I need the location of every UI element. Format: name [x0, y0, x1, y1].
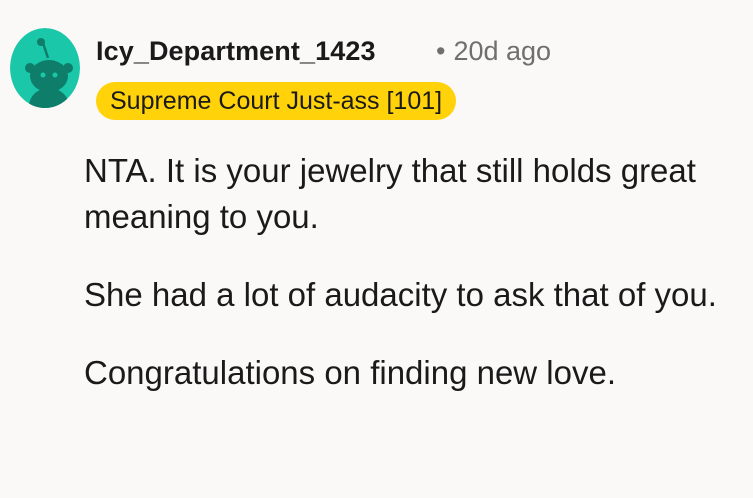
- username[interactable]: Icy_Department_1423: [96, 36, 376, 67]
- timestamp[interactable]: 20d ago: [453, 36, 551, 66]
- avatar[interactable]: [10, 28, 80, 108]
- user-flair: Supreme Court Just-ass [101]: [96, 82, 457, 120]
- comment-meta: • 20d ago: [436, 36, 551, 67]
- snoo-avatar-icon: [10, 28, 80, 108]
- comment-paragraph: NTA. It is your jewelry that still holds…: [84, 152, 696, 235]
- comment-paragraph: She had a lot of audacity to ask that of…: [84, 276, 717, 313]
- comment-body: NTA. It is your jewelry that still holds…: [84, 148, 734, 428]
- comment: Icy_Department_1423 • 20d ago Supreme Cou…: [0, 0, 753, 498]
- comment-paragraph: Congratulations on finding new love.: [84, 354, 617, 391]
- separator-dot: •: [436, 36, 446, 66]
